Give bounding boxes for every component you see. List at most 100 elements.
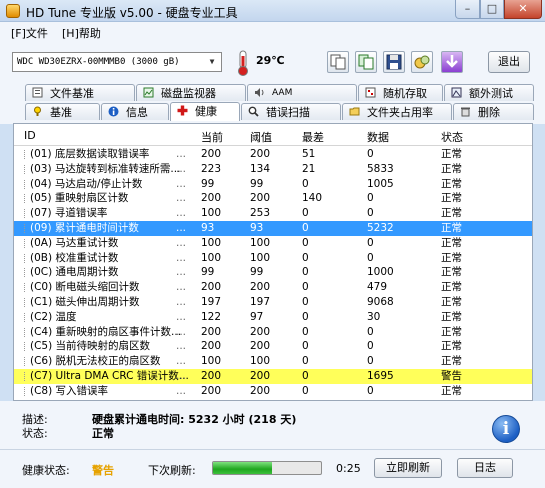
cell-current: 100 [201,236,222,249]
close-button[interactable]: ✕ [504,0,542,19]
status-label: 状态: [22,427,48,440]
screenshot-button[interactable] [411,51,433,73]
cell-status: 正常 [441,296,462,308]
download-button[interactable] [441,51,463,73]
benchmark-icon [34,106,41,116]
cell-current: 200 [201,148,222,160]
menu-bar: [F]文件 [H]帮助 [0,22,545,42]
tab-error-scan[interactable]: 错误扫描 [241,103,341,120]
exit-button[interactable]: 退出 [488,51,530,73]
cell-id: (C6) 脱机无法校正的扇区数 [30,355,161,368]
cell-data: 0 [367,192,374,205]
cell-status: 正常 [441,236,462,249]
cell-id: (C5) 当前待映射的扇区数 [30,340,151,353]
maximize-button[interactable]: □ [480,0,504,19]
row-leader-dots: ... [176,251,187,264]
tab-label: 额外测试 [469,87,513,100]
table-row[interactable]: (C8) 写入错误率... 200 200 0 0 正常 [14,384,532,399]
health-status-label: 健康状态: [22,464,70,477]
column-header-id[interactable]: ID [24,129,36,142]
row-grip [24,179,27,189]
copy-all-button[interactable] [355,51,377,73]
table-row[interactable]: (C0) 断电磁头缩回计数... 200 200 0 479 正常 [14,280,532,295]
tab-health[interactable]: 健康 [170,102,240,121]
menu-help[interactable]: [H]帮助 [62,25,101,41]
table-row[interactable]: (C5) 当前待映射的扇区数... 200 200 0 0 正常 [14,339,532,354]
cell-status: 正常 [441,384,462,397]
row-grip [24,372,27,381]
table-row[interactable]: (C7) Ultra DMA CRC 错误计数...... 200 200 0 1695… [14,369,532,384]
table-row[interactable]: (09) 累计通电时间计数... 93 93 0 5232 正常 [14,221,532,236]
log-button[interactable]: 日志 [457,458,513,478]
refresh-now-button[interactable]: 立即刷新 [374,458,442,478]
row-leader-dots: ... [176,162,187,175]
table-row[interactable]: (C1) 磁头伸出周期计数... 197 197 0 9068 正常 [14,295,532,310]
row-grip [24,209,27,219]
column-header-worst[interactable]: 最差 [302,129,324,145]
tab-random-access[interactable]: 随机存取 [358,84,443,101]
copy-button[interactable] [327,51,349,73]
row-leader-dots: ... [176,177,187,190]
download-icon [446,55,458,68]
row-leader-dots: ... [176,340,187,353]
speaker-icon [255,88,264,97]
table-row[interactable]: (0A) 马达重试计数... 100 100 0 0 正常 [14,236,532,251]
save-button[interactable] [383,51,405,73]
tab-folder-usage[interactable]: 文件夹占用率 [342,103,452,120]
drive-select[interactable]: WDC WD30EZRX-00MMMB0 (3000 gB) ▼ [12,52,222,72]
cell-threshold: 100 [250,236,271,249]
menu-file[interactable]: [F]文件 [11,25,48,41]
cell-data: 1005 [367,177,394,190]
tab-benchmark[interactable]: 基准 [25,103,100,120]
tab-aam[interactable]: AAM [247,84,357,101]
table-row[interactable]: (C4) 重新映射的扇区事件计数...... 200 200 0 0 正常 [14,325,532,340]
column-header-current[interactable]: 当前 [201,129,223,145]
cell-worst: 0 [302,384,309,397]
cell-worst: 140 [302,192,323,205]
table-row[interactable]: (01) 底层数据读取错误率... 200 200 51 0 正常 [14,147,532,162]
cell-data: 9068 [367,296,394,308]
info-icon: i [502,419,510,439]
cell-data: 0 [367,236,374,249]
tab-disk-monitor[interactable]: 磁盘监视器 [136,84,246,101]
cell-data: 0 [367,207,374,220]
tab-label: 健康 [195,105,217,118]
cell-worst: 0 [302,236,309,249]
row-grip [24,386,27,396]
table-row[interactable]: (C6) 脱机无法校正的扇区数... 100 100 0 0 正常 [14,354,532,369]
tab-extra-tests[interactable]: 额外测试 [444,84,534,101]
cell-id: (C8) 写入错误率 [30,384,109,397]
cell-status: 警告 [441,370,462,382]
minimize-button[interactable]: – [455,0,480,19]
column-header-data[interactable]: 数据 [367,129,389,145]
tab-file-benchmark[interactable]: 文件基准 [25,84,135,101]
row-leader-dots: ... [176,355,187,368]
info-button[interactable]: i [492,415,520,443]
cell-worst: 0 [302,266,309,279]
column-header-threshold[interactable]: 阈值 [250,129,272,145]
cell-id: (C2) 温度 [30,310,77,323]
cell-threshold: 134 [250,162,271,175]
tab-label: 文件夹占用率 [367,106,433,119]
table-row[interactable]: (05) 重映射扇区计数... 200 200 140 0 正常 [14,191,532,206]
tab-erase[interactable]: 删除 [453,103,534,120]
cell-id: (C4) 重新映射的扇区事件计数... [30,325,182,338]
cell-data: 1000 [367,266,394,279]
row-grip [24,268,27,278]
cell-data: 0 [367,355,374,368]
tab-info[interactable]: 信息 [101,103,169,120]
app-icon [6,4,20,18]
table-row[interactable]: (07) 寻道错误率... 100 253 0 0 正常 [14,206,532,221]
column-header-status[interactable]: 状态 [441,129,463,145]
table-row[interactable]: (03) 马达旋转到标准转速所需...... 223 134 21 5833 正常 [14,162,532,177]
table-row[interactable]: (C2) 温度... 122 97 0 30 正常 [14,310,532,325]
table-row[interactable]: (04) 马达启动/停止计数... 99 99 0 1005 正常 [14,177,532,192]
table-row[interactable]: (0C) 通电周期计数... 99 99 0 1000 正常 [14,265,532,280]
table-row[interactable]: (0B) 校准重试计数... 100 100 0 0 正常 [14,251,532,266]
cell-id: (C0) 断电磁头缩回计数 [30,281,140,294]
row-grip [24,253,27,263]
cell-current: 200 [201,325,222,338]
cell-current: 93 [201,222,215,234]
cell-data: 5833 [367,162,394,175]
tab-label: 信息 [126,106,148,119]
